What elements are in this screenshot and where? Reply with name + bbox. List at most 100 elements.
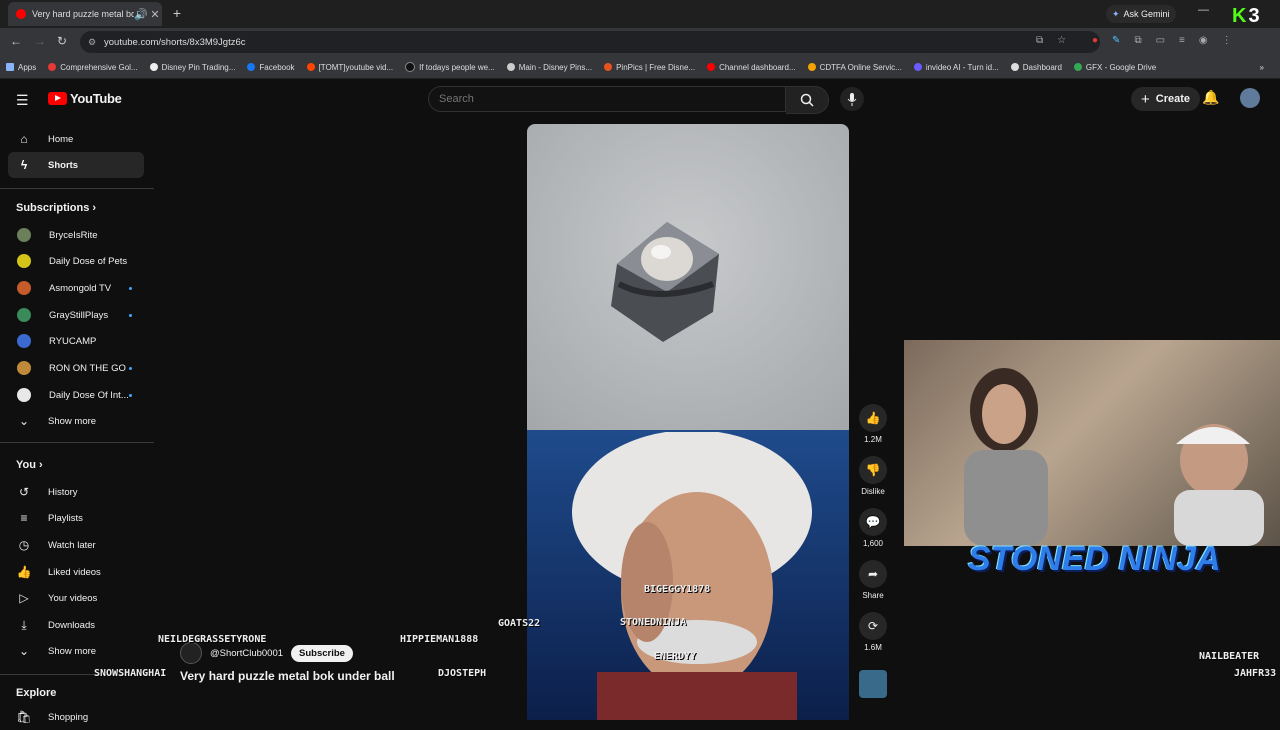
extension-blue-icon[interactable]: ✎ — [1112, 35, 1120, 46]
sidebar-item-playlists[interactable]: ≡ Playlists — [8, 505, 144, 531]
sidebar-item-label: History — [48, 486, 78, 498]
streamer-name-banner: STONED NINJA — [968, 540, 1221, 578]
your-videos-icon: ▷ — [19, 591, 29, 605]
dislike-button[interactable]: 👎 Dislike — [858, 456, 888, 496]
extensions-puzzle-icon[interactable]: ⧉ — [1134, 35, 1141, 46]
remix-button[interactable]: ⟳ 1.6M — [858, 612, 888, 652]
sidebar-item-label: Liked videos — [48, 566, 101, 578]
notifications-bell-icon[interactable]: 🔔 — [1202, 89, 1219, 106]
create-button[interactable]: + Create — [1131, 87, 1201, 111]
share-button[interactable]: ➦ Share — [858, 560, 888, 600]
bookmark-item[interactable]: Comprehensive Gol... — [42, 63, 143, 72]
comments-button[interactable]: 💬 1,600 — [858, 508, 888, 548]
bookmark-favicon-icon — [1010, 63, 1019, 71]
close-tab-icon[interactable]: ✕ — [148, 8, 162, 21]
search-button[interactable] — [786, 86, 829, 114]
channel-name: RON ON THE GO — [49, 362, 126, 374]
profile-icon[interactable]: ◉ — [1199, 35, 1208, 46]
subscribe-button[interactable]: Subscribe — [291, 644, 353, 662]
sidebar-item-liked-videos[interactable]: 👍 Liked videos — [8, 559, 144, 585]
subscription-item[interactable]: Daily Dose of Pets — [8, 248, 144, 274]
bookmark-item[interactable]: Disney Pin Trading... — [144, 63, 242, 72]
bookmark-item[interactable]: Dashboard — [1005, 63, 1068, 72]
sidebar-item-watch-later[interactable]: ◷ Watch later — [8, 532, 144, 558]
voice-search-button[interactable] — [840, 87, 864, 111]
reload-icon[interactable]: ↻ — [57, 34, 67, 48]
short-video-player[interactable] — [527, 124, 849, 720]
gemini-icon: ✦ — [1112, 8, 1120, 19]
bookmark-item[interactable]: [TOMT]youtube vid... — [301, 63, 400, 72]
bookmark-star-icon[interactable]: ☆ — [1057, 35, 1066, 46]
show-more-you[interactable]: ⌄ Show more — [8, 638, 144, 664]
chevron-down-icon: ⌄ — [18, 644, 30, 658]
bookmark-item[interactable]: PinPics | Free Disne... — [598, 63, 701, 72]
ask-gemini-button[interactable]: ✦ Ask Gemini — [1106, 5, 1176, 23]
sidebar-item-history[interactable]: ↺ History — [8, 479, 144, 505]
menu-icon[interactable]: ☰ — [16, 92, 30, 109]
bookmark-apps[interactable]: Apps — [0, 63, 42, 72]
media-icon[interactable]: ≡ — [1179, 35, 1185, 46]
tab-strip — [0, 0, 1280, 28]
webcam-overlay — [904, 340, 1280, 546]
search-input[interactable] — [428, 86, 786, 112]
sidebar-item-home[interactable]: ⌂ Home — [8, 126, 144, 152]
section-title: Explore — [16, 687, 57, 699]
subscription-item[interactable]: GrayStillPlays — [8, 302, 144, 328]
you-header[interactable]: You › — [16, 459, 43, 471]
install-icon[interactable]: ⧉ — [1036, 35, 1043, 46]
sidebar-item-label: Show more — [48, 645, 97, 657]
speaker-icon[interactable]: 🔊 — [134, 8, 148, 21]
channel-avatar — [17, 388, 31, 402]
bookmark-item[interactable]: GFX - Google Drive — [1068, 63, 1162, 72]
bookmark-item[interactable]: CDTFA Online Servic... — [802, 63, 908, 72]
subscription-item[interactable]: BryceIsRite — [8, 222, 144, 248]
sidebar-item-downloads[interactable]: ⤓ Downloads — [8, 612, 144, 638]
sidebar-item-label: Shopping — [48, 711, 89, 723]
channel-avatar — [17, 361, 31, 375]
browser-tab[interactable]: Very hard puzzle metal bok 🔊 ✕ — [8, 2, 162, 26]
channel-handle[interactable]: @ShortClub0001 — [210, 648, 283, 659]
show-more-subscriptions[interactable]: ⌄ Show more — [8, 408, 144, 434]
url-field[interactable]: ⚙ youtube.com/shorts/8x3M9Jgtz6c — [80, 31, 1100, 53]
like-count: 1.2M — [864, 435, 882, 444]
channel-avatar — [17, 281, 31, 295]
bookmark-item[interactable]: Channel dashboard... — [701, 63, 802, 72]
thumbs-up-icon: 👍 — [16, 565, 32, 579]
account-avatar[interactable] — [1240, 88, 1260, 108]
bookmarks-overflow-icon[interactable]: » — [1254, 63, 1280, 72]
subscription-item[interactable]: RYUCAMP — [8, 328, 144, 354]
bookmark-item[interactable]: invideo AI - Turn id... — [908, 63, 1005, 72]
forward-icon[interactable]: → — [34, 34, 46, 48]
new-content-dot — [129, 367, 132, 370]
audio-thumbnail-icon — [859, 670, 887, 698]
new-tab-button[interactable]: + — [168, 4, 186, 22]
sidebar-item-shopping[interactable]: 🛍 Shopping — [8, 704, 144, 730]
explore-header: Explore — [16, 687, 56, 699]
remix-icon: ⟳ — [859, 612, 887, 640]
minimize-icon[interactable]: — — [1198, 4, 1209, 16]
short-title[interactable]: Very hard puzzle metal bok under ball — [180, 669, 395, 683]
plus-icon: + — [1141, 90, 1150, 108]
site-info-icon[interactable]: ⚙ — [88, 37, 98, 48]
sidepanel-icon[interactable]: ▭ — [1156, 35, 1165, 46]
back-icon[interactable]: ← — [10, 34, 22, 48]
bookmark-item[interactable]: Facebook — [241, 63, 300, 72]
sidebar-item-your-videos[interactable]: ▷ Your videos — [8, 585, 144, 611]
sidebar-item-shorts[interactable]: ϟ Shorts — [8, 152, 144, 178]
youtube-play-icon — [48, 92, 67, 105]
subscription-item[interactable]: RON ON THE GO — [8, 355, 144, 381]
sound-thumbnail[interactable] — [858, 670, 888, 701]
bookmark-item[interactable]: Main - Disney Pins... — [501, 63, 598, 72]
extension-red-icon[interactable]: ● — [1092, 35, 1098, 46]
subscriptions-header[interactable]: Subscriptions › — [16, 202, 96, 214]
divider — [0, 442, 154, 443]
bookmark-favicon-icon — [149, 63, 158, 71]
bookmark-item[interactable]: If todays people we... — [399, 62, 501, 72]
channel-avatar[interactable] — [180, 642, 202, 664]
subscription-item[interactable]: Daily Dose Of Int... — [8, 382, 144, 408]
download-icon: ⤓ — [21, 617, 27, 632]
youtube-logo[interactable]: YouTube — [48, 91, 122, 106]
chrome-menu-icon[interactable]: ⋮ — [1222, 35, 1232, 46]
like-button[interactable]: 👍 1.2M — [858, 404, 888, 444]
subscription-item[interactable]: Asmongold TV — [8, 275, 144, 301]
